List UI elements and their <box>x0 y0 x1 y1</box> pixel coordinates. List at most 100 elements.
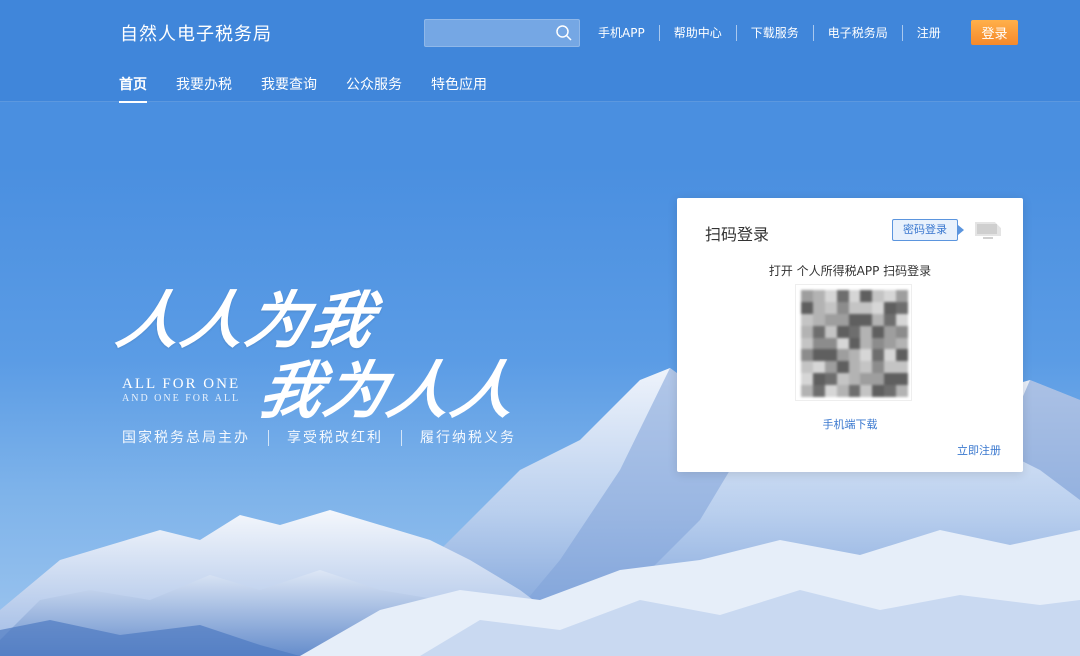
top-header: 自然人电子税务局 手机APP 帮助中心 下载服务 电子税务局 注册 登录 首页 … <box>0 0 1080 103</box>
app-download-link[interactable]: 手机端下载 <box>677 416 1023 432</box>
qr-cell <box>848 325 861 338</box>
qr-cell <box>872 337 885 350</box>
qr-cell <box>860 301 873 314</box>
qr-cell <box>884 290 897 302</box>
qr-cell <box>860 373 873 386</box>
qr-hint-text: 打开 个人所得税APP 扫码登录 <box>768 264 932 278</box>
qr-cell <box>824 313 837 326</box>
qr-cell <box>824 325 837 338</box>
link-e-tax-bureau[interactable]: 电子税务局 <box>814 25 903 41</box>
qr-cell <box>801 290 813 302</box>
qr-cell <box>848 361 861 374</box>
panel-title: 扫码登录 <box>705 225 770 244</box>
qr-cell <box>860 325 873 338</box>
qr-cell <box>801 373 813 386</box>
qr-cell <box>848 385 861 397</box>
qr-cell <box>848 373 861 386</box>
qr-cell <box>884 313 897 326</box>
link-help-center[interactable]: 帮助中心 <box>660 25 737 41</box>
qr-code-image <box>801 290 908 397</box>
link-register[interactable]: 注册 <box>903 25 955 41</box>
qr-cell <box>836 301 849 314</box>
qr-cell <box>884 373 897 386</box>
nav-query[interactable]: 我要查询 <box>261 74 317 101</box>
qr-cell <box>884 361 897 374</box>
password-login-switch[interactable]: 密码登录 <box>892 219 964 241</box>
qr-cell <box>836 349 849 362</box>
qr-cell <box>812 373 825 386</box>
qr-cell <box>884 301 897 314</box>
main-nav: 首页 我要办税 我要查询 公众服务 特色应用 <box>119 74 516 103</box>
qr-cell <box>872 313 885 326</box>
qr-cell <box>872 361 885 374</box>
qr-cell <box>801 337 813 350</box>
qr-cell <box>836 385 849 397</box>
qr-cell <box>872 349 885 362</box>
qr-cell <box>884 337 897 350</box>
nav-home[interactable]: 首页 <box>119 74 147 103</box>
qr-cell <box>801 385 813 397</box>
qr-cell <box>872 301 885 314</box>
qr-cell <box>884 385 897 397</box>
qr-cell <box>896 361 908 374</box>
qr-cell <box>824 373 837 386</box>
search-input[interactable] <box>425 20 555 46</box>
nav-public-service[interactable]: 公众服务 <box>346 74 402 101</box>
qr-cell <box>860 313 873 326</box>
qr-cell <box>848 313 861 326</box>
qr-cell <box>801 349 813 362</box>
qr-cell <box>872 373 885 386</box>
qr-cell <box>896 301 908 314</box>
link-download-service[interactable]: 下载服务 <box>737 25 814 41</box>
qr-login-panel: 扫码登录 密码登录 打开 个人所得税APP 扫码登录 手机端下载 立即注册 <box>677 198 1023 472</box>
search-box[interactable] <box>424 19 580 47</box>
qr-code <box>795 284 912 401</box>
qr-cell <box>860 290 873 302</box>
qr-cell <box>812 313 825 326</box>
qr-cell <box>824 361 837 374</box>
slogan-en-main: ALL FOR ONE <box>122 376 241 392</box>
qr-cell <box>801 325 813 338</box>
qr-cell <box>812 337 825 350</box>
qr-cell <box>872 325 885 338</box>
qr-cell <box>836 373 849 386</box>
qr-cell <box>860 361 873 374</box>
qr-cell <box>812 325 825 338</box>
qr-cell <box>896 385 908 397</box>
search-icon[interactable] <box>555 24 573 42</box>
qr-cell <box>896 373 908 386</box>
qr-cell <box>812 301 825 314</box>
qr-cell <box>848 301 861 314</box>
nav-file-taxes[interactable]: 我要办税 <box>176 74 232 101</box>
motto: 国家税务总局主办 享受税改红利 履行纳税义务 <box>122 430 534 446</box>
qr-cell <box>896 290 908 302</box>
qr-cell <box>824 337 837 350</box>
motto-item: 国家税务总局主办 <box>122 430 269 446</box>
qr-cell <box>848 349 861 362</box>
qr-cell <box>801 301 813 314</box>
register-now-link[interactable]: 立即注册 <box>957 442 1001 458</box>
desktop-icon[interactable] <box>973 218 1003 242</box>
qr-cell <box>848 337 861 350</box>
qr-cell <box>836 290 849 302</box>
slogan-en-sub: AND ONE FOR ALL <box>122 393 241 404</box>
qr-cell <box>824 385 837 397</box>
motto-item: 享受税改红利 <box>269 430 402 446</box>
link-mobile-app[interactable]: 手机APP <box>590 25 660 41</box>
qr-cell <box>896 349 908 362</box>
qr-cell <box>836 313 849 326</box>
qr-cell <box>836 325 849 338</box>
site-title[interactable]: 自然人电子税务局 <box>120 20 272 46</box>
qr-cell <box>812 385 825 397</box>
top-links: 手机APP 帮助中心 下载服务 电子税务局 注册 <box>590 24 955 42</box>
qr-cell <box>884 325 897 338</box>
qr-cell <box>812 349 825 362</box>
qr-cell <box>812 361 825 374</box>
login-button[interactable]: 登录 <box>971 20 1018 45</box>
qr-cell <box>812 290 825 302</box>
qr-cell <box>836 361 849 374</box>
qr-cell <box>824 349 837 362</box>
nav-featured-apps[interactable]: 特色应用 <box>431 74 487 101</box>
qr-cell <box>872 385 885 397</box>
qr-cell <box>884 349 897 362</box>
